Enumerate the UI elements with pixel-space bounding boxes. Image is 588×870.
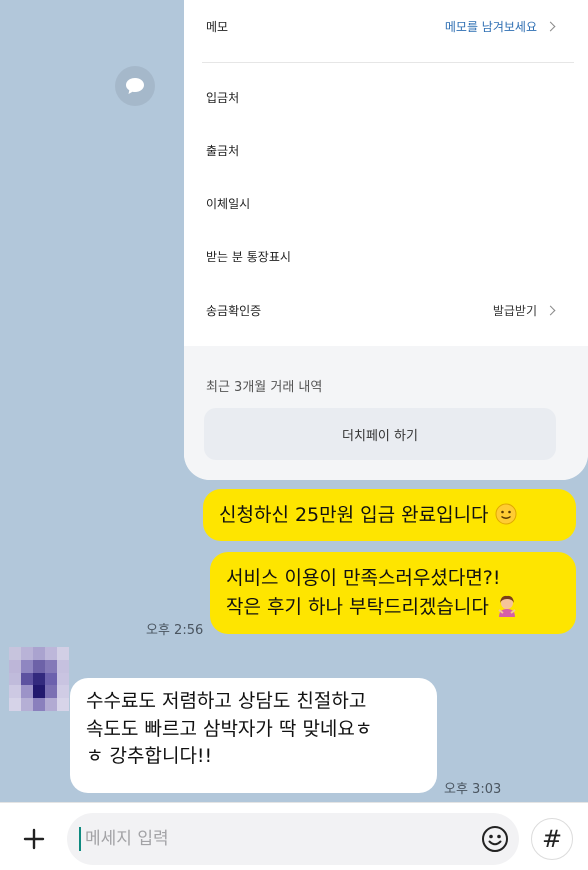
transfer-date-label: 이체일시 bbox=[206, 197, 251, 211]
text-caret bbox=[79, 827, 81, 851]
speech-bubble-icon bbox=[126, 78, 144, 94]
message-text: 작은 후기 하나 부탁드리겠습니다 bbox=[226, 595, 489, 618]
message-text: 서비스 이용이 만족스러우셨다면?! bbox=[226, 567, 501, 589]
message-text: ㅎ 강추합니다!! bbox=[86, 745, 213, 768]
emoji-icon[interactable] bbox=[481, 825, 509, 853]
message-input-container[interactable] bbox=[67, 813, 519, 865]
message-timestamp: 오후 2:56 bbox=[146, 623, 204, 638]
divider bbox=[202, 62, 574, 63]
sent-message-bubble[interactable]: 서비스 이용이 만족스러우셨다면?! 작은 후기 하나 부탁드리겠습니다 bbox=[210, 552, 576, 634]
withdraw-label: 출금처 bbox=[206, 144, 240, 158]
share-button[interactable] bbox=[115, 66, 155, 106]
recipient-display-label: 받는 분 통장표시 bbox=[206, 250, 291, 264]
message-text: 수수료도 저렴하고 상담도 친절하고 bbox=[86, 690, 367, 712]
transfer-date-row: 이체일시 bbox=[206, 195, 554, 212]
received-message-bubble[interactable]: 수수료도 저렴하고 상담도 친절하고 속도도 빠르고 삼박자가 딱 맞네요ㅎ ㅎ… bbox=[70, 678, 437, 793]
dutch-pay-button[interactable]: 더치페이 하기 bbox=[204, 408, 556, 460]
memo-row[interactable]: 메모 메모를 남겨보세요 bbox=[206, 18, 556, 35]
transfer-cert-label: 송금확인증 bbox=[206, 304, 262, 318]
message-timestamp: 오후 3:03 bbox=[444, 782, 502, 797]
slightly-smiling-emoji-icon bbox=[495, 503, 517, 525]
person-bowing-emoji-icon bbox=[498, 595, 516, 617]
deposit-row: 입금처 bbox=[206, 89, 554, 106]
message-text: 속도도 빠르고 삼박자가 딱 맞네요ㅎ bbox=[86, 717, 373, 740]
message-input[interactable] bbox=[85, 823, 465, 855]
chevron-right-icon bbox=[545, 305, 556, 316]
memo-link[interactable]: 메모를 남겨보세요 bbox=[445, 18, 537, 35]
transfer-cert-row[interactable]: 송금확인증 발급받기 bbox=[206, 302, 556, 319]
recipient-display-row: 받는 분 통장표시 bbox=[206, 248, 554, 265]
attach-button[interactable] bbox=[14, 819, 54, 859]
message-input-bar: # bbox=[0, 802, 588, 870]
hashtag-search-button[interactable]: # bbox=[531, 818, 573, 860]
hash-icon: # bbox=[541, 825, 563, 853]
recent-history-label: 최근 3개월 거래 내역 bbox=[206, 380, 323, 395]
transfer-detail-card: 메모 메모를 남겨보세요 입금처 출금처 이체일시 받는 분 통장표시 송금확인… bbox=[184, 0, 588, 480]
plus-icon bbox=[23, 828, 45, 850]
avatar[interactable] bbox=[9, 647, 69, 711]
deposit-label: 입금처 bbox=[206, 91, 240, 105]
message-text: 신청하신 25만원 입금 완료입니다 bbox=[219, 504, 489, 526]
memo-label: 메모 bbox=[206, 20, 229, 34]
withdraw-row: 출금처 bbox=[206, 142, 554, 159]
chevron-right-icon bbox=[545, 21, 556, 32]
sent-message-bubble[interactable]: 신청하신 25만원 입금 완료입니다 bbox=[203, 489, 576, 541]
issue-cert-link[interactable]: 발급받기 bbox=[493, 302, 537, 319]
